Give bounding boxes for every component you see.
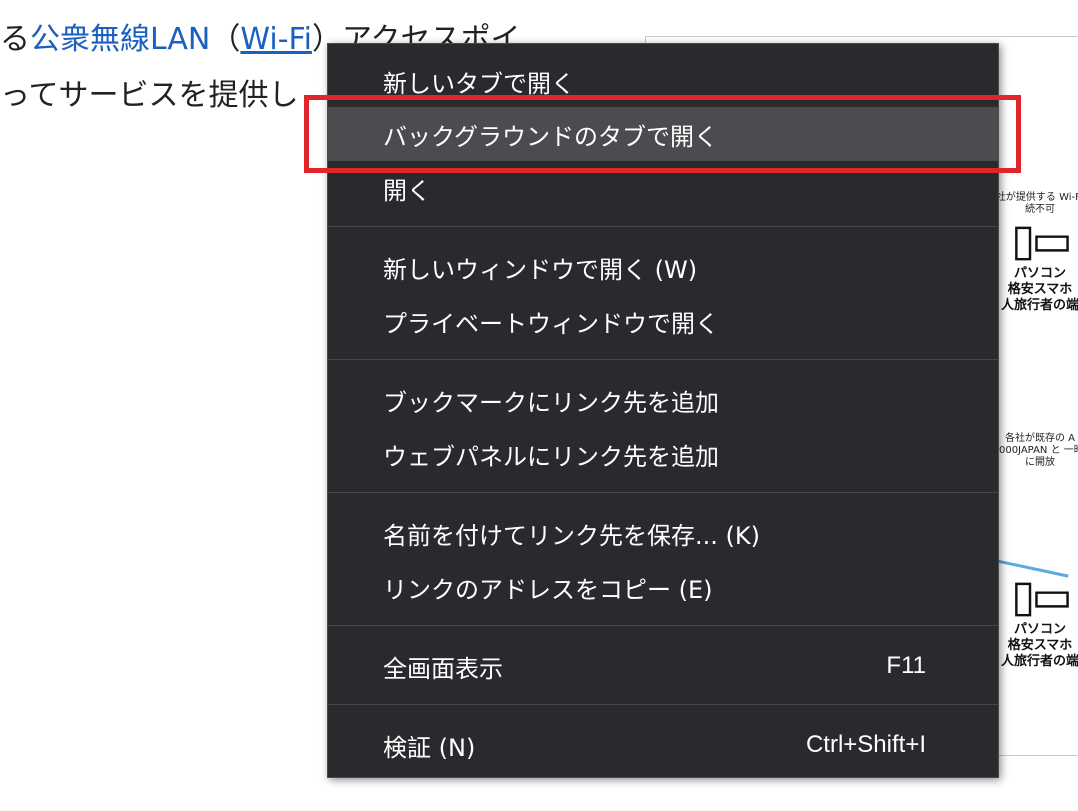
menu-item-label: ウェブパネルにリンク先を追加 xyxy=(383,442,719,471)
menu-separator xyxy=(328,492,998,493)
menu-item-label: バックグラウンドのタブで開く xyxy=(383,122,719,151)
wifi-link[interactable]: Wi-Fi xyxy=(240,22,312,57)
menu-item-open-new-tab[interactable]: 新しいタブで開く xyxy=(328,54,998,108)
menu-item-inspect[interactable]: 検証 (N) Ctrl+Shift+I xyxy=(328,718,998,772)
menu-separator xyxy=(328,704,998,705)
menu-item-save-link-as[interactable]: 名前を付けてリンク先を保存... (K) xyxy=(328,506,998,560)
menu-item-label: 名前を付けてリンク先を保存... (K) xyxy=(383,521,760,550)
article-text-prefix: る xyxy=(0,22,30,57)
menu-item-label: 全画面表示 xyxy=(383,654,503,683)
menu-item-shortcut: F11 xyxy=(886,652,926,679)
menu-item-shortcut: Ctrl+Shift+I xyxy=(805,731,926,758)
menu-item-open-background-tab[interactable]: バックグラウンドのタブで開く xyxy=(328,107,998,161)
menu-item-open[interactable]: 開く xyxy=(328,161,998,215)
menu-separator xyxy=(328,226,998,227)
menu-item-label: 開く xyxy=(383,176,431,205)
menu-item-label: ブックマークにリンク先を追加 xyxy=(383,388,719,417)
menu-item-label: プライベートウィンドウで開く xyxy=(383,309,719,338)
menu-separator xyxy=(328,359,998,360)
article-text-line-2: ってサービスを提供し xyxy=(0,78,299,113)
menu-item-copy-link-address[interactable]: リンクのアドレスをコピー (E) xyxy=(328,560,998,614)
menu-item-open-private-window[interactable]: プライベートウィンドウで開く xyxy=(328,294,998,348)
menu-item-label: リンクのアドレスをコピー (E) xyxy=(383,575,713,604)
context-menu: 新しいタブで開く バックグラウンドのタブで開く 開く 新しいウィンドウで開く (… xyxy=(327,43,999,778)
menu-item-label: 検証 (N) xyxy=(383,733,476,762)
public-wifi-link[interactable]: 公衆無線LAN xyxy=(30,22,210,57)
menu-separator xyxy=(328,625,998,626)
menu-item-label: 新しいウィンドウで開く (W) xyxy=(383,255,698,284)
menu-item-open-new-window[interactable]: 新しいウィンドウで開く (W) xyxy=(328,240,998,294)
menu-item-label: 新しいタブで開く xyxy=(383,69,575,98)
menu-item-fullscreen[interactable]: 全画面表示 F11 xyxy=(328,639,998,693)
paren-open: （ xyxy=(210,22,241,57)
menu-item-add-bookmark[interactable]: ブックマークにリンク先を追加 xyxy=(328,373,998,427)
menu-item-add-web-panel[interactable]: ウェブパネルにリンク先を追加 xyxy=(328,427,998,481)
